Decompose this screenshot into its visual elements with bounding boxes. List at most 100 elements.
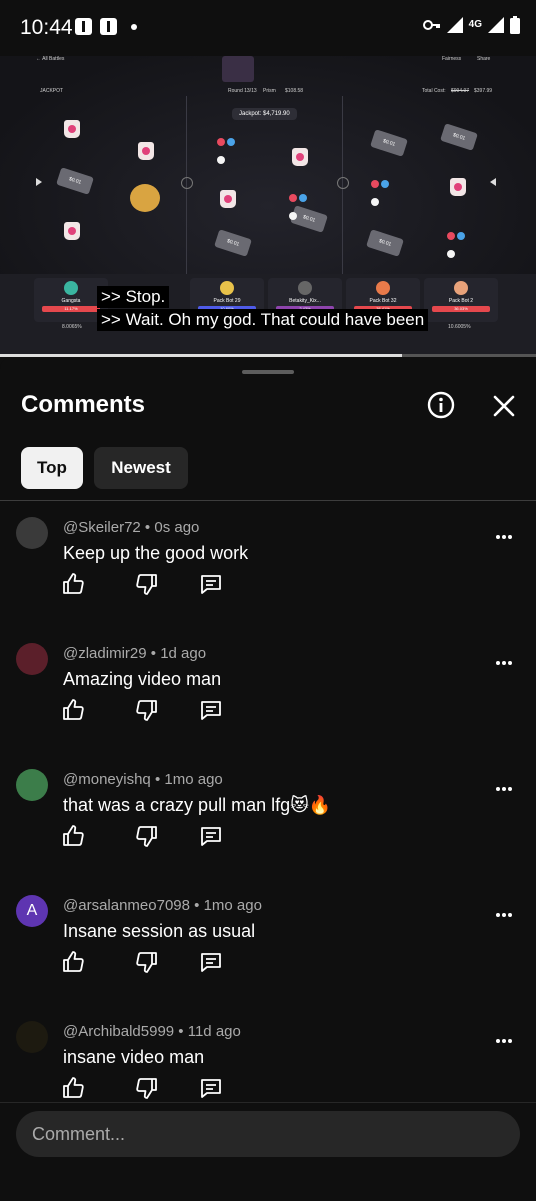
player-card: Pack Bot 2 36.03% bbox=[424, 278, 498, 322]
reply-icon[interactable] bbox=[199, 950, 223, 974]
avatar[interactable] bbox=[16, 769, 48, 801]
comment-item: @moneyishq • 1mo ago that was a crazy pu… bbox=[0, 769, 536, 895]
teams-notification-icon bbox=[75, 18, 92, 35]
system-icons: 4G bbox=[422, 16, 520, 34]
caption-line-1: >> Stop. bbox=[97, 286, 170, 308]
teams-notification-icon-2 bbox=[100, 18, 117, 35]
dislike-icon[interactable] bbox=[135, 824, 159, 848]
status-bar: 10:44 4G bbox=[0, 0, 536, 56]
comment-author[interactable]: @zladimir29 bbox=[63, 645, 147, 662]
comment-time: 1mo ago bbox=[203, 897, 262, 914]
total-cost-old: $994.97 bbox=[451, 88, 470, 94]
reply-icon[interactable] bbox=[199, 572, 223, 596]
filter-chip-top[interactable]: Top bbox=[21, 447, 83, 489]
like-icon[interactable] bbox=[61, 950, 85, 974]
jackpot-label: JACKPOT bbox=[40, 88, 64, 94]
jackpot-value: Jackpot: $4,719.90 bbox=[232, 108, 297, 120]
case-image bbox=[222, 56, 254, 82]
like-icon[interactable] bbox=[61, 698, 85, 722]
signal-icon-2 bbox=[488, 17, 504, 33]
drag-handle[interactable] bbox=[242, 370, 294, 374]
player-avatar bbox=[64, 281, 78, 295]
more-options-icon[interactable] bbox=[490, 783, 518, 795]
comment-author[interactable]: @moneyishq bbox=[63, 771, 151, 788]
comment-author[interactable]: @Archibald5999 bbox=[63, 1023, 174, 1040]
info-icon[interactable] bbox=[426, 390, 456, 420]
round-label: Round 13/13 bbox=[228, 88, 257, 94]
comment-time: 1mo ago bbox=[164, 771, 223, 788]
reel-item bbox=[370, 176, 396, 206]
dislike-icon[interactable] bbox=[135, 572, 159, 596]
reel-item bbox=[138, 142, 154, 160]
comment-text: Keep up the good work bbox=[63, 543, 249, 563]
reply-icon[interactable] bbox=[199, 824, 223, 848]
dislike-icon[interactable] bbox=[135, 1076, 159, 1100]
comment-author[interactable]: @arsalanmeo7098 bbox=[63, 897, 190, 914]
dislike-icon[interactable] bbox=[135, 698, 159, 722]
signal-icon bbox=[446, 17, 463, 33]
reel-item bbox=[288, 190, 314, 220]
lane-divider-icon bbox=[181, 177, 193, 189]
reply-icon[interactable] bbox=[199, 1076, 223, 1100]
reel-item bbox=[446, 228, 472, 258]
total-cost-new: $397.99 bbox=[474, 88, 493, 94]
notification-icons bbox=[75, 18, 137, 35]
player-avatar bbox=[298, 281, 312, 295]
dislike-icon[interactable] bbox=[135, 950, 159, 974]
reply-icon[interactable] bbox=[199, 698, 223, 722]
comment-text: insane video man bbox=[63, 1047, 205, 1067]
fairness-label: Fairness bbox=[442, 56, 462, 62]
total-cost-label: Total Cost: bbox=[422, 88, 446, 94]
all-battles-link: ← All Battles bbox=[36, 56, 65, 62]
comment-text: Insane session as usual bbox=[63, 921, 256, 941]
more-options-icon[interactable] bbox=[490, 657, 518, 669]
vpn-key-icon bbox=[422, 20, 440, 30]
reel-item bbox=[450, 178, 466, 196]
player-avatar bbox=[220, 281, 234, 295]
reel-item bbox=[64, 222, 80, 240]
comment-meta: @arsalanmeo7098 • 1mo ago bbox=[63, 897, 262, 914]
reel-item bbox=[220, 190, 236, 208]
like-icon[interactable] bbox=[61, 1076, 85, 1100]
sheet-title: Comments bbox=[21, 391, 146, 418]
network-type: 4G bbox=[468, 19, 482, 30]
avatar[interactable] bbox=[16, 517, 48, 549]
comment-item: @zladimir29 • 1d ago Amazing video man bbox=[0, 643, 536, 769]
prism-value: $108.58 bbox=[285, 88, 304, 94]
reel-item bbox=[216, 134, 242, 164]
prism-label: Prism bbox=[263, 88, 276, 94]
like-icon[interactable] bbox=[61, 572, 85, 596]
comment-time: 0s ago bbox=[154, 519, 200, 536]
avatar[interactable]: A bbox=[16, 895, 48, 927]
more-options-icon[interactable] bbox=[490, 1035, 518, 1047]
avatar[interactable] bbox=[16, 643, 48, 675]
comment-text: Amazing video man bbox=[63, 669, 222, 689]
more-notifications-dot-icon bbox=[131, 23, 137, 30]
status-time: 10:44 bbox=[20, 16, 73, 39]
comment-text: that was a crazy pull man lfg😻🔥 bbox=[63, 795, 332, 815]
more-options-icon[interactable] bbox=[490, 531, 518, 543]
comment-item: @Skeiler72 • 0s ago Keep up the good wor… bbox=[0, 517, 536, 643]
avatar[interactable] bbox=[16, 1021, 48, 1053]
comment-meta: @Skeiler72 • 0s ago bbox=[63, 519, 200, 536]
reel-item bbox=[292, 148, 308, 166]
player-avatar bbox=[376, 281, 390, 295]
battery-icon bbox=[510, 16, 520, 34]
comment-item: A @arsalanmeo7098 • 1mo ago Insane sessi… bbox=[0, 895, 536, 1021]
more-options-icon[interactable] bbox=[490, 909, 518, 921]
video-player[interactable]: ← All Battles JACKPOT Round 13/13 Prism … bbox=[0, 56, 536, 356]
comment-meta: @Archibald5999 • 11d ago bbox=[63, 1023, 241, 1040]
like-icon[interactable] bbox=[61, 824, 85, 848]
close-icon[interactable] bbox=[490, 392, 518, 420]
left-arrow-icon bbox=[36, 178, 42, 186]
caption-line-2: >> Wait. Oh my god. That could have been bbox=[97, 309, 429, 331]
comment-meta: @zladimir29 • 1d ago bbox=[63, 645, 207, 662]
comment-meta: @moneyishq • 1mo ago bbox=[63, 771, 223, 788]
comment-input[interactable] bbox=[16, 1111, 520, 1157]
right-arrow-icon bbox=[490, 178, 496, 186]
reel-item bbox=[64, 120, 80, 138]
player-avatar bbox=[454, 281, 468, 295]
comment-author[interactable]: @Skeiler72 bbox=[63, 519, 141, 536]
filter-chip-newest[interactable]: Newest bbox=[94, 447, 188, 489]
comment-time: 1d ago bbox=[160, 645, 207, 662]
